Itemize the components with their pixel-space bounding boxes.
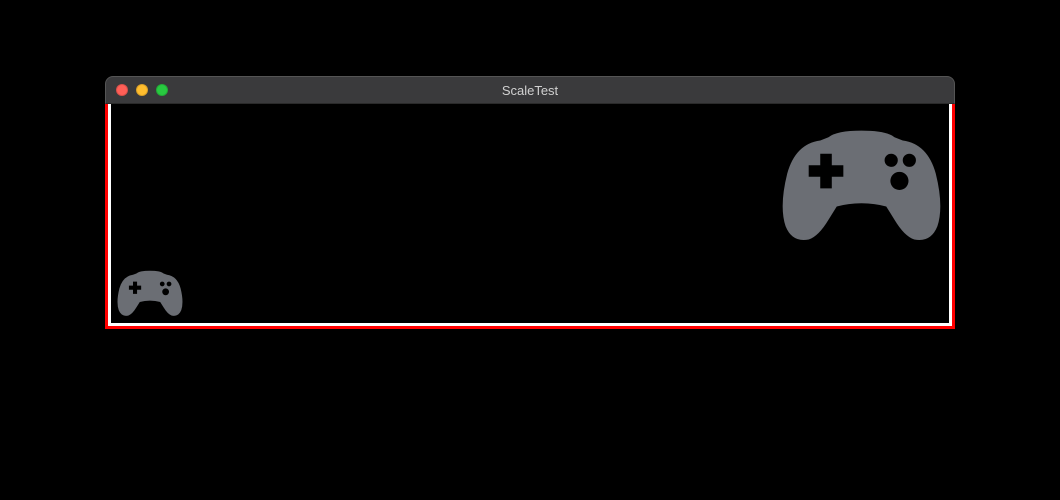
window-title: ScaleTest <box>106 83 954 98</box>
inner-border-bottom <box>108 323 952 326</box>
titlebar[interactable]: ScaleTest <box>105 76 955 104</box>
maximize-button[interactable] <box>156 84 168 96</box>
inner-border-right <box>949 104 952 326</box>
minimize-button[interactable] <box>136 84 148 96</box>
window-content <box>105 104 955 329</box>
close-button[interactable] <box>116 84 128 96</box>
window-controls <box>116 84 168 96</box>
inner-border-left <box>108 104 111 326</box>
game-controller-icon <box>779 124 944 243</box>
app-window: ScaleTest <box>105 76 955 329</box>
game-controller-icon-small <box>116 268 184 318</box>
content-canvas <box>108 104 952 326</box>
game-controller-icon <box>116 268 184 317</box>
game-controller-icon-large <box>779 124 944 244</box>
